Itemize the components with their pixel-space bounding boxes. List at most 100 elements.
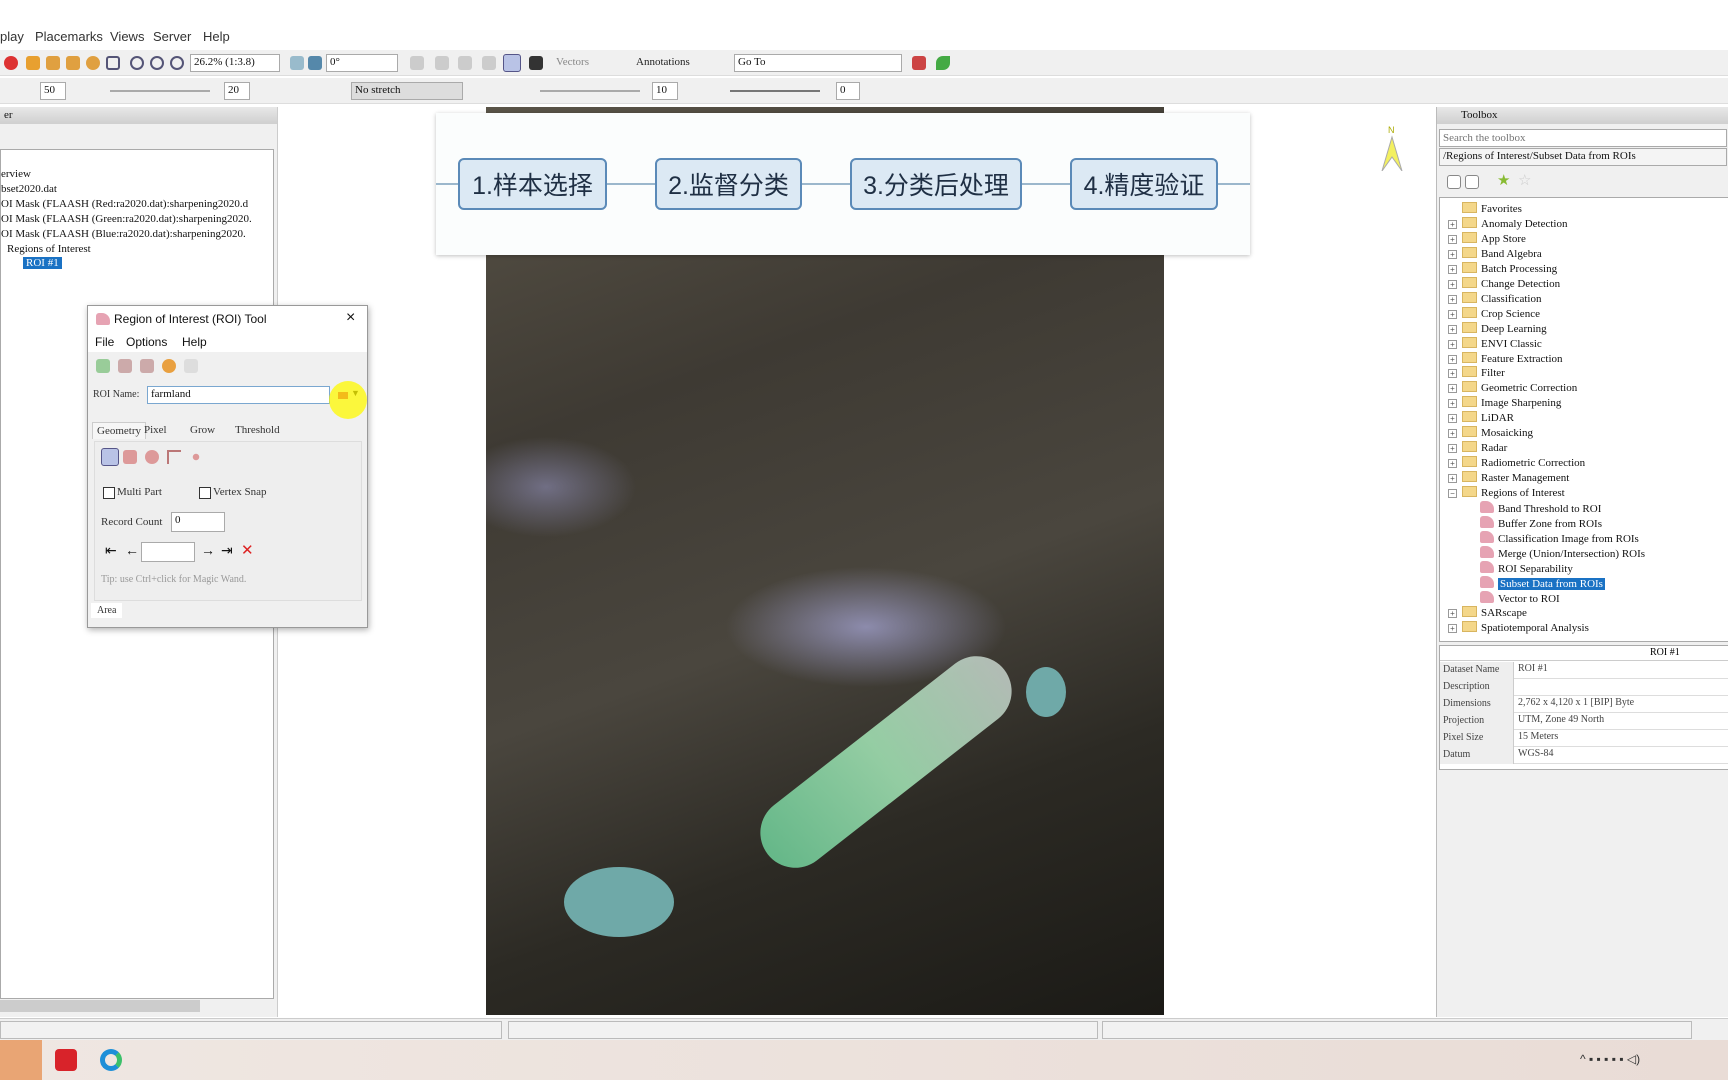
polygon-icon[interactable] <box>101 448 119 466</box>
ellipse-icon[interactable] <box>145 450 159 464</box>
tab-geometry[interactable]: Geometry <box>92 422 146 439</box>
expand-toggle[interactable]: − <box>1448 489 1457 499</box>
rotate-icon[interactable] <box>86 56 100 70</box>
expand-toggle[interactable]: + <box>1448 294 1457 304</box>
zoom-icon[interactable] <box>106 56 120 70</box>
rotate-right-icon[interactable] <box>308 56 322 70</box>
record-input[interactable] <box>141 542 195 562</box>
multi-part-checkbox[interactable] <box>103 487 115 499</box>
layer-item[interactable]: bset2020.dat <box>1 183 57 195</box>
toolbox-folder[interactable]: Favorites <box>1462 202 1522 215</box>
transparency-slider[interactable] <box>730 90 820 92</box>
toolbox-folder[interactable]: Mosaicking <box>1462 426 1533 439</box>
expand-toggle[interactable]: + <box>1448 623 1457 633</box>
rotation-select[interactable]: 0° <box>326 54 398 72</box>
toolbox-folder[interactable]: Deep Learning <box>1462 321 1547 335</box>
expand-toggle[interactable]: + <box>1448 474 1457 484</box>
prev-record-icon[interactable]: ← <box>125 542 139 558</box>
expand-toggle[interactable]: + <box>1448 384 1457 394</box>
sharpen-slider[interactable] <box>540 90 640 92</box>
next-record-icon[interactable]: → <box>201 542 215 558</box>
toolbox-folder[interactable]: LiDAR <box>1462 411 1514 424</box>
pan-icon[interactable] <box>46 56 60 70</box>
toolbox-tool[interactable]: Subset Data from ROIs <box>1480 575 1605 590</box>
expand-toggle[interactable]: + <box>1448 414 1457 424</box>
roi-name-input[interactable]: farmland <box>147 386 330 404</box>
tool-icon[interactable] <box>435 56 449 70</box>
menu-help[interactable]: Help <box>182 335 207 349</box>
tab-grow[interactable]: Grow <box>190 424 215 436</box>
delete-record-icon[interactable]: ✕ <box>241 541 254 559</box>
transparency-field[interactable]: 0 <box>836 82 860 100</box>
expand-toggle[interactable]: + <box>1448 429 1457 439</box>
toolbox-folder[interactable]: Radar <box>1462 441 1507 454</box>
expand-toggle[interactable]: + <box>1448 339 1457 349</box>
toolbox-tool[interactable]: Vector to ROI <box>1480 590 1560 605</box>
toolbox-folder[interactable]: Image Sharpening <box>1462 396 1561 409</box>
tool-icon[interactable] <box>458 56 472 70</box>
table-icon[interactable] <box>184 359 198 373</box>
collapse-up-icon[interactable] <box>1447 175 1461 189</box>
toolbox-tool[interactable]: Band Threshold to ROI <box>1480 501 1601 515</box>
contrast-slider[interactable] <box>110 90 210 92</box>
rectangle-icon[interactable] <box>123 450 137 464</box>
zoom-level-select[interactable]: 26.2% (1:3.8) <box>190 54 280 72</box>
add-favorite-icon[interactable]: ★ <box>1497 171 1510 189</box>
expand-toggle[interactable]: + <box>1448 309 1457 319</box>
film-icon[interactable] <box>529 56 543 70</box>
annotations-menu[interactable]: Annotations <box>636 56 690 68</box>
polyline-icon[interactable] <box>167 450 181 464</box>
first-record-icon[interactable]: ⇤ <box>105 542 117 559</box>
last-record-icon[interactable]: ⇥ <box>221 542 233 559</box>
remove-favorite-icon[interactable]: ☆ <box>1518 171 1531 189</box>
expand-toggle[interactable]: + <box>1448 279 1457 289</box>
tab-area[interactable]: Area <box>91 603 123 618</box>
layer-item[interactable]: erview <box>1 168 31 180</box>
vectors-menu[interactable]: Vectors <box>556 56 589 68</box>
toolbox-folder[interactable]: Crop Science <box>1462 306 1540 320</box>
menu-options[interactable]: Options <box>126 335 167 349</box>
layer-item[interactable]: OI Mask (FLAASH (Green:ra2020.dat):sharp… <box>1 213 252 225</box>
expand-toggle[interactable]: + <box>1448 444 1457 454</box>
toolbox-folder[interactable]: ENVI Classic <box>1462 336 1542 350</box>
placemark-icon[interactable] <box>4 56 18 70</box>
tray-icons[interactable]: ^ ▪ ▪ ▪ ▪ ▪ ◁) <box>1580 1052 1640 1066</box>
toolbox-folder[interactable]: Regions of Interest <box>1462 486 1565 499</box>
toolbox-folder[interactable]: App Store <box>1462 231 1526 245</box>
youdao-icon[interactable] <box>55 1049 77 1071</box>
tab-pixel[interactable]: Pixel <box>144 424 167 436</box>
toolbox-tool[interactable]: Merge (Union/Intersection) ROIs <box>1480 545 1645 560</box>
menu-file[interactable]: File <box>95 335 114 349</box>
menu-help[interactable]: Help <box>203 29 230 44</box>
toolbox-folder[interactable]: Anomaly Detection <box>1462 216 1567 230</box>
zoom-fit-icon[interactable] <box>170 56 184 70</box>
zoom-out-icon[interactable] <box>150 56 164 70</box>
layer-item-roi-selected[interactable]: ROI #1 <box>23 257 62 269</box>
edge-icon[interactable] <box>100 1049 122 1071</box>
layer-item[interactable]: OI Mask (FLAASH (Red:ra2020.dat):sharpen… <box>1 198 248 210</box>
tool-icon[interactable] <box>482 56 496 70</box>
expand-toggle[interactable]: + <box>1448 399 1457 409</box>
toolbox-search-input[interactable] <box>1439 129 1727 147</box>
roi-tool-icon[interactable] <box>503 54 521 72</box>
goto-field[interactable]: Go To <box>734 54 902 72</box>
sharpen-field[interactable]: 10 <box>652 82 678 100</box>
properties-icon[interactable] <box>162 359 176 373</box>
rotate-left-icon[interactable] <box>290 56 304 70</box>
expand-toggle[interactable]: + <box>1448 219 1457 229</box>
toolbox-folder[interactable]: Radiometric Correction <box>1462 456 1585 469</box>
toolbox-folder[interactable]: Raster Management <box>1462 471 1569 484</box>
expand-toggle[interactable]: + <box>1448 369 1457 379</box>
menu-display[interactable]: play <box>0 29 24 44</box>
delete-roi-icon[interactable] <box>118 359 132 373</box>
toolbox-tool[interactable]: ROI Separability <box>1480 560 1573 575</box>
point-icon[interactable] <box>189 450 203 464</box>
stretch-select[interactable]: No stretch <box>351 82 463 100</box>
menu-placemarks[interactable]: Placemarks <box>35 29 103 44</box>
leaf-icon[interactable] <box>936 56 950 70</box>
close-icon[interactable]: × <box>346 309 355 327</box>
fly-icon[interactable] <box>66 56 80 70</box>
brightness-field[interactable]: 50 <box>40 82 66 100</box>
toolbox-folder[interactable]: SARscape <box>1462 605 1527 619</box>
expand-toggle[interactable]: + <box>1448 608 1457 618</box>
